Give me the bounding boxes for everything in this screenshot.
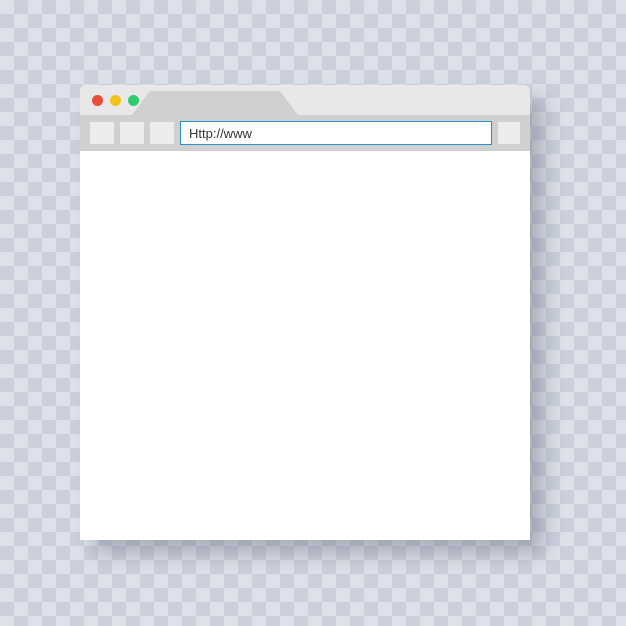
minimize-icon[interactable] [110,95,121,106]
back-button[interactable] [90,122,114,144]
toolbar: Http://www [80,115,530,151]
browser-window: Http://www [80,85,530,540]
close-icon[interactable] [92,95,103,106]
address-bar-text: Http://www [189,126,252,141]
reload-button[interactable] [150,122,174,144]
address-bar-input[interactable]: Http://www [180,121,492,145]
browser-tab[interactable] [150,91,280,115]
content-area [80,151,530,540]
menu-button[interactable] [498,122,520,144]
forward-button[interactable] [120,122,144,144]
title-bar [80,85,530,115]
